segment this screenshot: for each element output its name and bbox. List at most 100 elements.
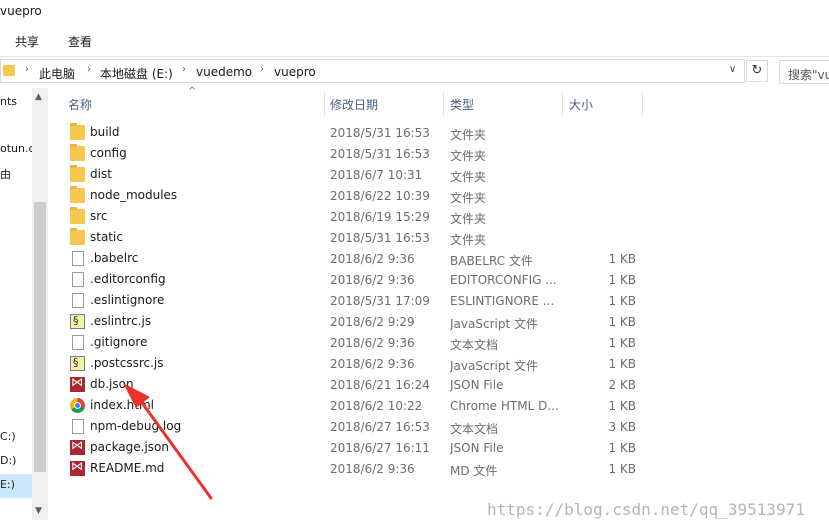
file-name: index.html xyxy=(90,398,154,412)
file-row[interactable]: config 2018/5/31 16:53 文件夹 xyxy=(48,143,648,164)
file-row[interactable]: dist 2018/6/7 10:31 文件夹 xyxy=(48,164,648,185)
file-type: BABELRC 文件 xyxy=(450,254,533,268)
file-row[interactable]: .eslintrc.js 2018/6/2 9:29 JavaScript 文件 1 … xyxy=(48,311,648,332)
file-type: EDITORCONFIG ... xyxy=(450,273,557,287)
file-name: .eslintignore xyxy=(90,293,165,307)
column-divider[interactable] xyxy=(443,92,444,116)
visual-studio-file-icon xyxy=(70,375,85,392)
breadcrumb-vuedemo[interactable]: vuedemo xyxy=(196,65,252,79)
file-row[interactable]: db.json 2018/6/21 16:24 JSON File 2 KB xyxy=(48,374,648,395)
visual-studio-file-icon xyxy=(70,438,85,455)
column-header-name[interactable]: 名称 xyxy=(68,96,92,113)
file-row[interactable]: node_modules 2018/6/22 10:39 文件夹 xyxy=(48,185,648,206)
folder-icon xyxy=(70,186,85,203)
file-type: 文件夹 xyxy=(450,170,487,184)
file-name: dist xyxy=(90,167,112,181)
file-size: 1 KB xyxy=(608,315,636,329)
file-type: MD 文件 xyxy=(450,464,498,478)
file-date: 2018/6/22 10:39 xyxy=(330,189,430,203)
file-row[interactable]: .eslintignore 2018/5/31 17:09 ESLINTIGNORE… xyxy=(48,290,648,311)
file-row[interactable]: .postcssrc.js 2018/6/2 9:36 JavaScript 文件 1… xyxy=(48,353,648,374)
tab-view[interactable]: 查看 xyxy=(68,33,92,50)
blank-file-icon xyxy=(72,272,84,287)
nav-item[interactable]: otun.c xyxy=(0,142,35,155)
file-size: 1 KB xyxy=(608,294,636,308)
file-row[interactable]: .babelrc 2018/6/2 9:36 BABELRC 文件 1 KB xyxy=(48,248,648,269)
nav-item[interactable]: nts xyxy=(0,95,17,108)
scroll-down-icon[interactable]: ▼ xyxy=(35,506,42,516)
file-row[interactable]: build 2018/5/31 16:53 文件夹 xyxy=(48,122,648,143)
chevron-down-icon[interactable]: ∨ xyxy=(729,64,736,75)
file-row[interactable]: README.md 2018/6/2 9:36 MD 文件 1 KB xyxy=(48,458,648,479)
column-divider[interactable] xyxy=(562,92,563,116)
file-row[interactable]: index.html 2018/6/2 10:22 Chrome HTML D...… xyxy=(48,395,648,416)
file-name: README.md xyxy=(90,461,165,475)
file-name: config xyxy=(90,146,127,160)
blank-file-icon xyxy=(72,251,84,266)
file-date: 2018/6/2 9:36 xyxy=(330,462,415,476)
file-date: 2018/6/27 16:53 xyxy=(330,420,430,434)
nav-item-drive-e[interactable]: E:) xyxy=(0,478,15,491)
file-date: 2018/6/2 10:22 xyxy=(330,399,423,413)
file-name: node_modules xyxy=(90,188,178,202)
file-type: JSON File xyxy=(450,441,504,455)
file-type: JSON File xyxy=(450,378,504,392)
file-row[interactable]: npm-debug.log 2018/6/27 16:53 文本文档 3 KB xyxy=(48,416,648,437)
file-size: 1 KB xyxy=(608,336,636,350)
sort-ascending-icon: ^ xyxy=(188,86,197,97)
breadcrumb-local-disk[interactable]: 本地磁盘 (E:) xyxy=(100,65,173,82)
column-divider[interactable] xyxy=(642,92,643,116)
file-date: 2018/6/2 9:29 xyxy=(330,315,415,329)
ribbon: 共享 查看 xyxy=(0,26,829,57)
watermark: https://blog.csdn.net/qq_39513971 xyxy=(487,500,805,519)
file-row[interactable]: src 2018/6/19 15:29 文件夹 xyxy=(48,206,648,227)
file-size: 2 KB xyxy=(608,378,636,392)
column-header-date[interactable]: 修改日期 xyxy=(330,96,378,113)
file-name: .babelrc xyxy=(90,251,139,265)
nav-item[interactable]: 由 xyxy=(0,166,11,182)
file-date: 2018/5/31 16:53 xyxy=(330,147,430,161)
file-type: JavaScript 文件 xyxy=(450,317,538,331)
breadcrumb-vuepro[interactable]: vuepro xyxy=(274,65,316,79)
window-title: vuepro xyxy=(0,4,42,18)
column-divider[interactable] xyxy=(324,92,325,116)
search-placeholder: 搜索"vu xyxy=(788,68,829,82)
nav-item-drive-d[interactable]: D:) xyxy=(0,454,16,467)
file-name: npm-debug.log xyxy=(90,419,182,433)
file-date: 2018/6/2 9:36 xyxy=(330,273,415,287)
folder-icon xyxy=(70,207,85,224)
chevron-right-icon: › xyxy=(25,64,29,75)
column-header-size[interactable]: 大小 xyxy=(569,96,593,113)
visual-studio-file-icon xyxy=(70,459,85,476)
scrollbar-thumb[interactable] xyxy=(34,202,46,472)
column-header-type[interactable]: 类型 xyxy=(450,96,474,113)
scroll-up-icon[interactable]: ▲ xyxy=(35,92,42,102)
refresh-icon: ↻ xyxy=(751,63,763,78)
file-name: build xyxy=(90,125,120,139)
file-row[interactable]: static 2018/5/31 16:53 文件夹 xyxy=(48,227,648,248)
file-name: .eslintrc.js xyxy=(90,314,152,328)
nav-scrollbar[interactable]: ▲ ▼ xyxy=(32,88,48,520)
tab-share[interactable]: 共享 xyxy=(15,33,39,50)
breadcrumb-this-pc[interactable]: 此电脑 xyxy=(39,65,75,82)
file-name: .gitignore xyxy=(90,335,148,349)
file-date: 2018/5/31 17:09 xyxy=(330,294,430,308)
file-date: 2018/5/31 16:53 xyxy=(330,126,430,140)
file-size: 3 KB xyxy=(608,420,636,434)
file-date: 2018/6/2 9:36 xyxy=(330,252,415,266)
file-name: db.json xyxy=(90,377,134,391)
file-row[interactable]: package.json 2018/6/27 16:11 JSON File 1 KB xyxy=(48,437,648,458)
file-row[interactable]: .editorconfig 2018/6/2 9:36 EDITORCONFIG .… xyxy=(48,269,648,290)
refresh-button[interactable]: ↻ xyxy=(746,60,768,82)
nav-item-drive-c[interactable]: C:) xyxy=(0,430,16,443)
column-header-row: ^ 名称 修改日期 类型 大小 xyxy=(48,86,829,118)
chevron-right-icon: › xyxy=(87,64,91,75)
javascript-file-icon xyxy=(70,314,85,329)
title-bar: vuepro xyxy=(0,0,829,26)
address-bar[interactable]: › 此电脑 › 本地磁盘 (E:) › vuedemo › vuepro ∨ xyxy=(0,59,745,83)
file-name: .postcssrc.js xyxy=(90,356,164,370)
folder-icon xyxy=(70,228,85,245)
file-row[interactable]: .gitignore 2018/6/2 9:36 文本文档 1 KB xyxy=(48,332,648,353)
file-size: 1 KB xyxy=(608,399,636,413)
search-input[interactable]: 搜索"vu xyxy=(779,60,829,84)
